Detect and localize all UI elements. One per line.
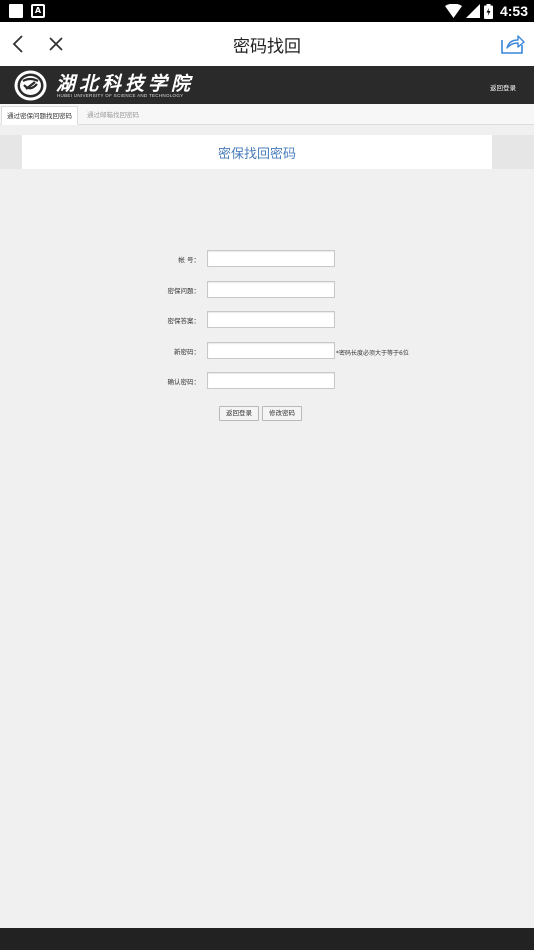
tab-email[interactable]: 通过邮箱找回密码	[82, 106, 144, 125]
back-to-login-button[interactable]: 返回登录	[219, 406, 259, 421]
security-question-label: 密保问题：	[167, 287, 201, 295]
back-to-login-link[interactable]: 返回登录	[490, 82, 516, 92]
page-title: 密码找回	[233, 37, 301, 57]
a-badge-icon: A	[31, 4, 45, 18]
security-answer-label: 密保答案：	[167, 317, 201, 325]
tab-bar: 通过密保问题找回密码 通过邮箱找回密码	[0, 104, 534, 125]
school-name-en: HUBEI UNIVERSITY OF SCIENCE AND TECHNOLO…	[57, 93, 184, 98]
tab-security-question[interactable]: 通过密保问题找回密码	[1, 106, 78, 125]
system-navigation-bar	[0, 928, 534, 950]
new-password-label: 新密码：	[174, 348, 200, 356]
school-name: 湖北科技学院	[56, 73, 195, 95]
battery-icon	[483, 3, 493, 19]
security-answer-input[interactable]	[207, 311, 335, 328]
form-row-confirm-password: 确认密码：	[0, 372, 534, 390]
status-bar-right: 4:53	[444, 2, 528, 20]
new-password-input[interactable]	[207, 342, 335, 359]
form-row-account: 帐 号：	[0, 250, 534, 268]
change-password-button[interactable]: 修改密码	[262, 406, 302, 421]
form-row-new-password: 新密码： *密码长度必须大于等于6位	[0, 342, 534, 360]
wifi-icon	[444, 4, 462, 18]
signal-icon	[465, 4, 480, 18]
form-row-question: 密保问题：	[0, 281, 534, 299]
notification-square-icon	[9, 4, 23, 18]
app-header: 密码找回	[0, 22, 534, 66]
status-time: 4:53	[499, 3, 528, 19]
confirm-password-input[interactable]	[207, 372, 335, 389]
security-question-input[interactable]	[207, 281, 335, 298]
share-icon[interactable]	[498, 30, 526, 58]
account-input[interactable]	[207, 250, 335, 267]
account-label: 帐 号：	[178, 256, 200, 264]
section-box: 密保找回密码	[22, 135, 492, 169]
section-header: 密保找回密码	[0, 135, 534, 169]
university-emblem-icon	[14, 70, 47, 101]
confirm-password-label: 确认密码：	[167, 378, 201, 386]
form-buttons: 返回登录 修改密码	[219, 406, 302, 421]
section-title: 密保找回密码	[217, 147, 296, 162]
site-banner: 湖北科技学院 HUBEI UNIVERSITY OF SCIENCE AND T…	[0, 66, 534, 104]
form-row-answer: 密保答案：	[0, 311, 534, 329]
status-bar: A 4:53	[0, 0, 534, 22]
password-length-hint: *密码长度必须大于等于6位	[336, 350, 409, 357]
